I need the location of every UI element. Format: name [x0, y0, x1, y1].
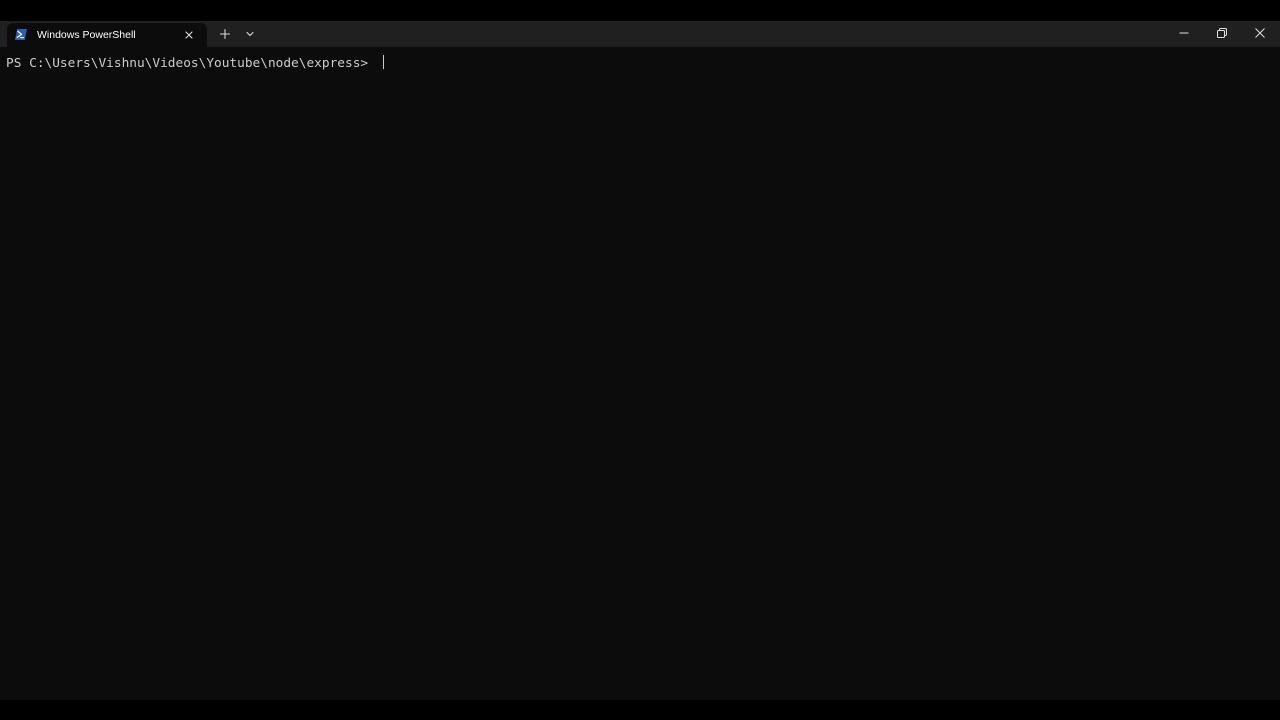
prompt-line: PS C:\Users\Vishnu\Videos\Youtube\node\e…	[6, 55, 384, 71]
text-cursor	[382, 55, 384, 69]
prompt-text: PS C:\Users\Vishnu\Videos\Youtube\node\e…	[6, 56, 376, 71]
minimize-button[interactable]	[1165, 21, 1203, 47]
screen-frame: Windows PowerShell PS C:\Users\Vishnu\Vi…	[0, 0, 1280, 720]
close-window-button[interactable]	[1241, 21, 1279, 47]
chevron-down-icon[interactable]	[243, 27, 257, 41]
close-icon	[1255, 28, 1265, 38]
minimize-icon	[1179, 32, 1189, 34]
tab-title: Windows PowerShell	[37, 29, 136, 41]
terminal-area[interactable]: PS C:\Users\Vishnu\Videos\Youtube\node\e…	[0, 47, 1280, 700]
powershell-icon	[15, 29, 27, 40]
restore-icon	[1217, 28, 1227, 38]
plus-icon[interactable]	[218, 27, 232, 41]
restore-button[interactable]	[1203, 21, 1241, 47]
tab-windows-powershell[interactable]: Windows PowerShell	[7, 23, 207, 47]
terminal-window: Windows PowerShell PS C:\Users\Vishnu\Vi…	[0, 21, 1280, 700]
close-icon[interactable]	[183, 29, 195, 41]
title-bar: Windows PowerShell	[0, 21, 1280, 47]
